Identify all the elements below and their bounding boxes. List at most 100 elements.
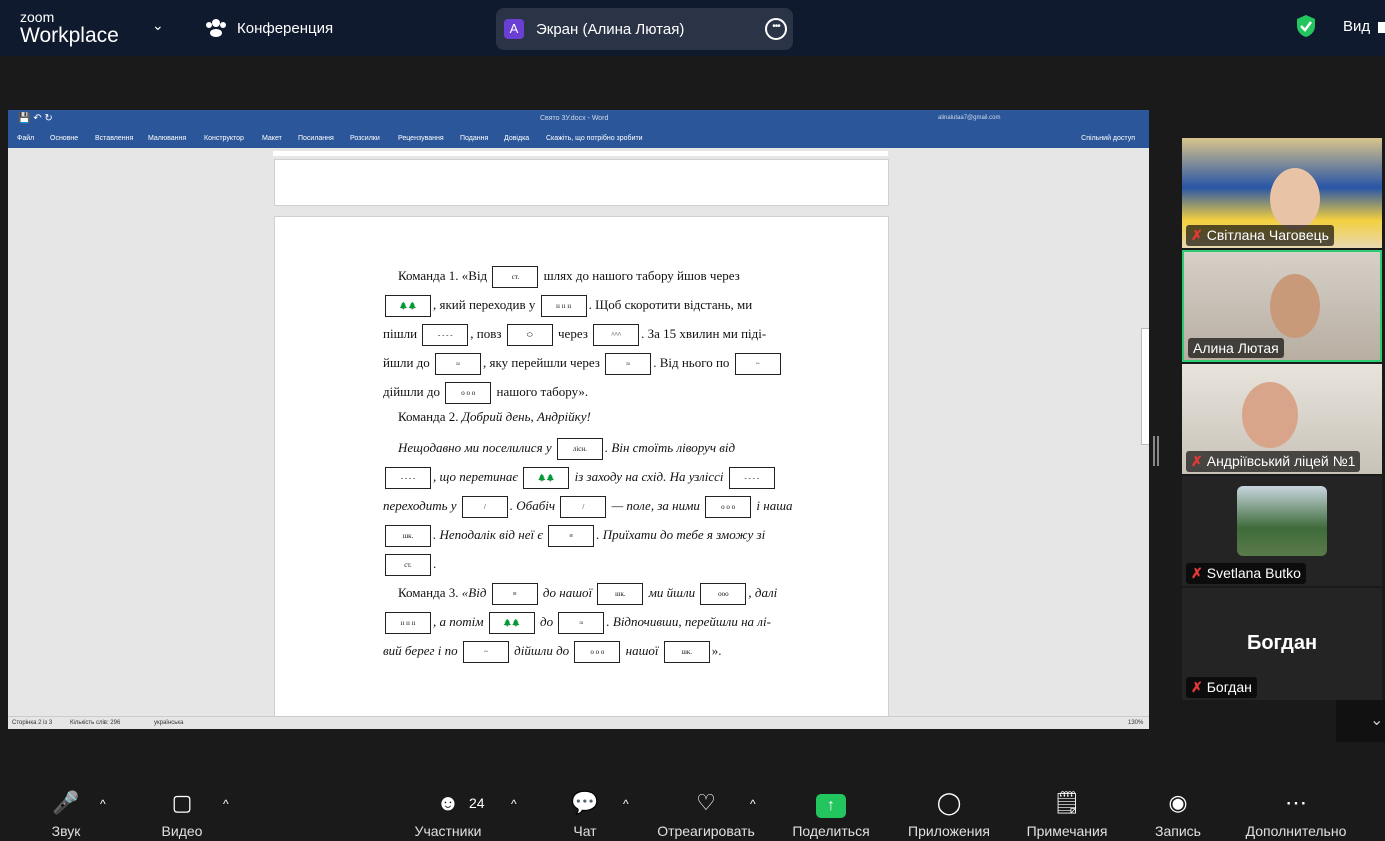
more-icon: ⋯ bbox=[1285, 790, 1307, 815]
sign-orchard-icon: o o o bbox=[574, 641, 621, 663]
zoom-level[interactable]: 130% bbox=[1128, 720, 1143, 726]
text-segment: , яку перейшли через bbox=[483, 354, 600, 370]
doc-line: ıı ıı ıı, а потім 🌲🌲 до ≈. Відпочивши, п… bbox=[383, 612, 771, 634]
page-count[interactable]: Сторінка 2 із 3 bbox=[12, 720, 52, 726]
react-button[interactable]: ♡ Отреагировать bbox=[648, 789, 764, 839]
text-segment: , який переходив у bbox=[433, 296, 536, 312]
tab-help[interactable]: Довідка bbox=[504, 135, 529, 142]
audio-options-caret[interactable]: ^ bbox=[100, 797, 106, 811]
participant-tile[interactable]: ✗ Андріївський ліцей №1 bbox=[1182, 364, 1382, 474]
video-options-caret[interactable]: ^ bbox=[223, 797, 229, 811]
more-button[interactable]: ⋯ Дополнительно bbox=[1234, 789, 1358, 839]
text-segment: переходить у bbox=[383, 497, 457, 513]
vertical-scrollbar[interactable] bbox=[1140, 148, 1149, 716]
sign-station-icon: ст. bbox=[492, 266, 539, 288]
scrollbar-thumb[interactable] bbox=[1141, 328, 1149, 445]
screen-share-pill[interactable]: A Экран (Алина Лютая) ••• bbox=[496, 8, 793, 50]
account-email: alinalutaa7@gmail.com bbox=[938, 115, 1001, 121]
tab-references[interactable]: Посилання bbox=[298, 135, 334, 142]
tab-layout[interactable]: Макет bbox=[262, 135, 282, 142]
tell-me-search[interactable]: Скажіть, що потрібно зробити bbox=[546, 135, 643, 142]
mic-muted-icon: ✗ bbox=[1191, 565, 1203, 581]
doc-line: 🌲🌲, який переходив у ıı ıı ıı. Щоб скоро… bbox=[383, 295, 752, 317]
tab-mailings[interactable]: Розсилки bbox=[350, 135, 380, 142]
meeting-icon bbox=[206, 19, 226, 37]
participant-tile[interactable]: Богдан ✗ Богдан bbox=[1182, 588, 1382, 700]
doc-line: - - - -, що перетинає 🌲🌲 із заходу на сх… bbox=[383, 467, 777, 489]
meeting-toolbar: 🎤 Звук ^ ▢ Видео ^ ☻ Участники 24 ^ 💬 Чат ^ … bbox=[0, 761, 1385, 841]
view-icon[interactable] bbox=[1378, 22, 1385, 33]
tab-design[interactable]: Конструктор bbox=[204, 135, 244, 142]
tab-review[interactable]: Рецензування bbox=[398, 135, 444, 142]
sign-bridge-icon: ≈ bbox=[605, 353, 652, 375]
record-icon: ◉ bbox=[1168, 790, 1188, 815]
text-segment: . Щоб скоротити відстань, ми bbox=[588, 296, 753, 312]
participant-name-tag: ✗ Андріївський ліцей №1 bbox=[1186, 451, 1361, 472]
sign-school-icon: шк. bbox=[385, 525, 431, 547]
language[interactable]: українська bbox=[154, 720, 184, 726]
text-segment: , що перетинає bbox=[433, 468, 519, 484]
share-screen-button[interactable]: ↑ Поделиться bbox=[785, 789, 877, 839]
audio-button[interactable]: 🎤 Звук bbox=[40, 789, 92, 839]
participant-name: Андріївський ліцей №1 bbox=[1206, 453, 1356, 469]
sign-bushes-icon: ooo bbox=[700, 583, 747, 605]
sign-path-icon: - - - - bbox=[422, 324, 469, 346]
heart-icon: ♡ bbox=[696, 790, 716, 815]
panel-splitter-handle[interactable] bbox=[1153, 436, 1159, 466]
document-title: Свято 3У.docx - Word bbox=[540, 115, 609, 122]
text-segment: нашого табору». bbox=[496, 383, 589, 399]
sign-shrubs-icon: ^^^ bbox=[593, 324, 640, 346]
chevron-down-icon[interactable]: ⌄ bbox=[152, 17, 164, 34]
sign-station-icon: ст. bbox=[385, 554, 431, 576]
text-segment: Команда 3. bbox=[398, 584, 459, 600]
participant-profile-photo bbox=[1237, 486, 1327, 556]
sign-forest-icon: 🌲🌲 bbox=[385, 295, 431, 317]
participants-options-caret[interactable]: ^ bbox=[511, 797, 517, 811]
doc-line: Команда 1. «Від ст. шлях до нашого табор… bbox=[398, 266, 740, 288]
tab-insert[interactable]: Вставлення bbox=[95, 135, 133, 142]
sign-school-icon: шк. bbox=[663, 641, 710, 663]
scroll-participants-button[interactable]: ⌄ bbox=[1336, 700, 1385, 742]
text-segment: «Від bbox=[461, 584, 487, 600]
tab-home[interactable]: Основне bbox=[50, 135, 78, 142]
tab-draw[interactable]: Малювання bbox=[148, 135, 186, 142]
participant-name: Алина Лютая bbox=[1193, 340, 1279, 356]
doc-line: ст.. bbox=[383, 554, 436, 576]
apps-button[interactable]: ◯ Приложения bbox=[898, 789, 1000, 839]
sign-meadow-icon: ıı ıı ıı bbox=[385, 612, 431, 634]
participant-tile[interactable]: ✗ Svetlana Butko bbox=[1182, 476, 1382, 586]
video-button[interactable]: ▢ Видео bbox=[152, 789, 212, 839]
chat-button[interactable]: 💬 Чат bbox=[560, 789, 610, 839]
participant-name: Svetlana Butko bbox=[1206, 565, 1301, 581]
security-shield-icon[interactable] bbox=[1295, 14, 1317, 38]
sign-forest-icon: 🌲🌲 bbox=[523, 467, 570, 489]
text-segment: і наша bbox=[756, 497, 793, 513]
text-segment: Команда 2. bbox=[398, 409, 459, 424]
doc-line: шк.. Неподалік від неї є ≡. Приїхати до … bbox=[383, 525, 765, 547]
doc-line: Команда 2. Добрий день, Андрійку! bbox=[398, 409, 591, 425]
doc-line: Нещодавно ми поселилися у лісн.. Він сто… bbox=[398, 438, 735, 460]
mic-muted-icon: ✗ bbox=[1191, 453, 1203, 469]
participant-name-tag: ✗ Світлана Чаговець bbox=[1186, 225, 1334, 246]
doc-line: переходить у /. Обабіч / — поле, за ними… bbox=[383, 496, 793, 518]
text-segment: Добрий день, Андрійку! bbox=[461, 409, 591, 424]
tab-file[interactable]: Файл bbox=[17, 135, 34, 142]
doc-line: пішли - - - -, повз ⬭ через ^^^. За 15 х… bbox=[383, 324, 766, 346]
record-button[interactable]: ◉ Запись bbox=[1148, 789, 1208, 839]
chat-options-caret[interactable]: ^ bbox=[623, 797, 629, 811]
notes-button[interactable]: 🗒 Примечания bbox=[1018, 789, 1116, 839]
quick-access-icons[interactable]: 💾 ↶ ↻ bbox=[18, 113, 53, 124]
screen-share-label: Экран (Алина Лютая) bbox=[536, 21, 685, 38]
more-options-icon[interactable]: ••• bbox=[765, 18, 787, 40]
react-options-caret[interactable]: ^ bbox=[750, 797, 756, 811]
word-count[interactable]: Кількість слів: 296 bbox=[70, 720, 120, 726]
tab-view[interactable]: Подання bbox=[460, 135, 488, 142]
share-document-button[interactable]: Спільний доступ bbox=[1081, 135, 1135, 142]
ruler-bar bbox=[273, 151, 888, 156]
text-segment: . Обабіч bbox=[509, 497, 556, 513]
participant-tile[interactable]: ✗ Світлана Чаговець bbox=[1182, 138, 1382, 248]
participant-tile-active-speaker[interactable]: Алина Лютая bbox=[1182, 250, 1382, 362]
meeting-info-button[interactable]: Конференция bbox=[205, 18, 333, 38]
view-button[interactable]: Вид bbox=[1343, 18, 1370, 35]
text-segment: до нашої bbox=[542, 584, 593, 600]
